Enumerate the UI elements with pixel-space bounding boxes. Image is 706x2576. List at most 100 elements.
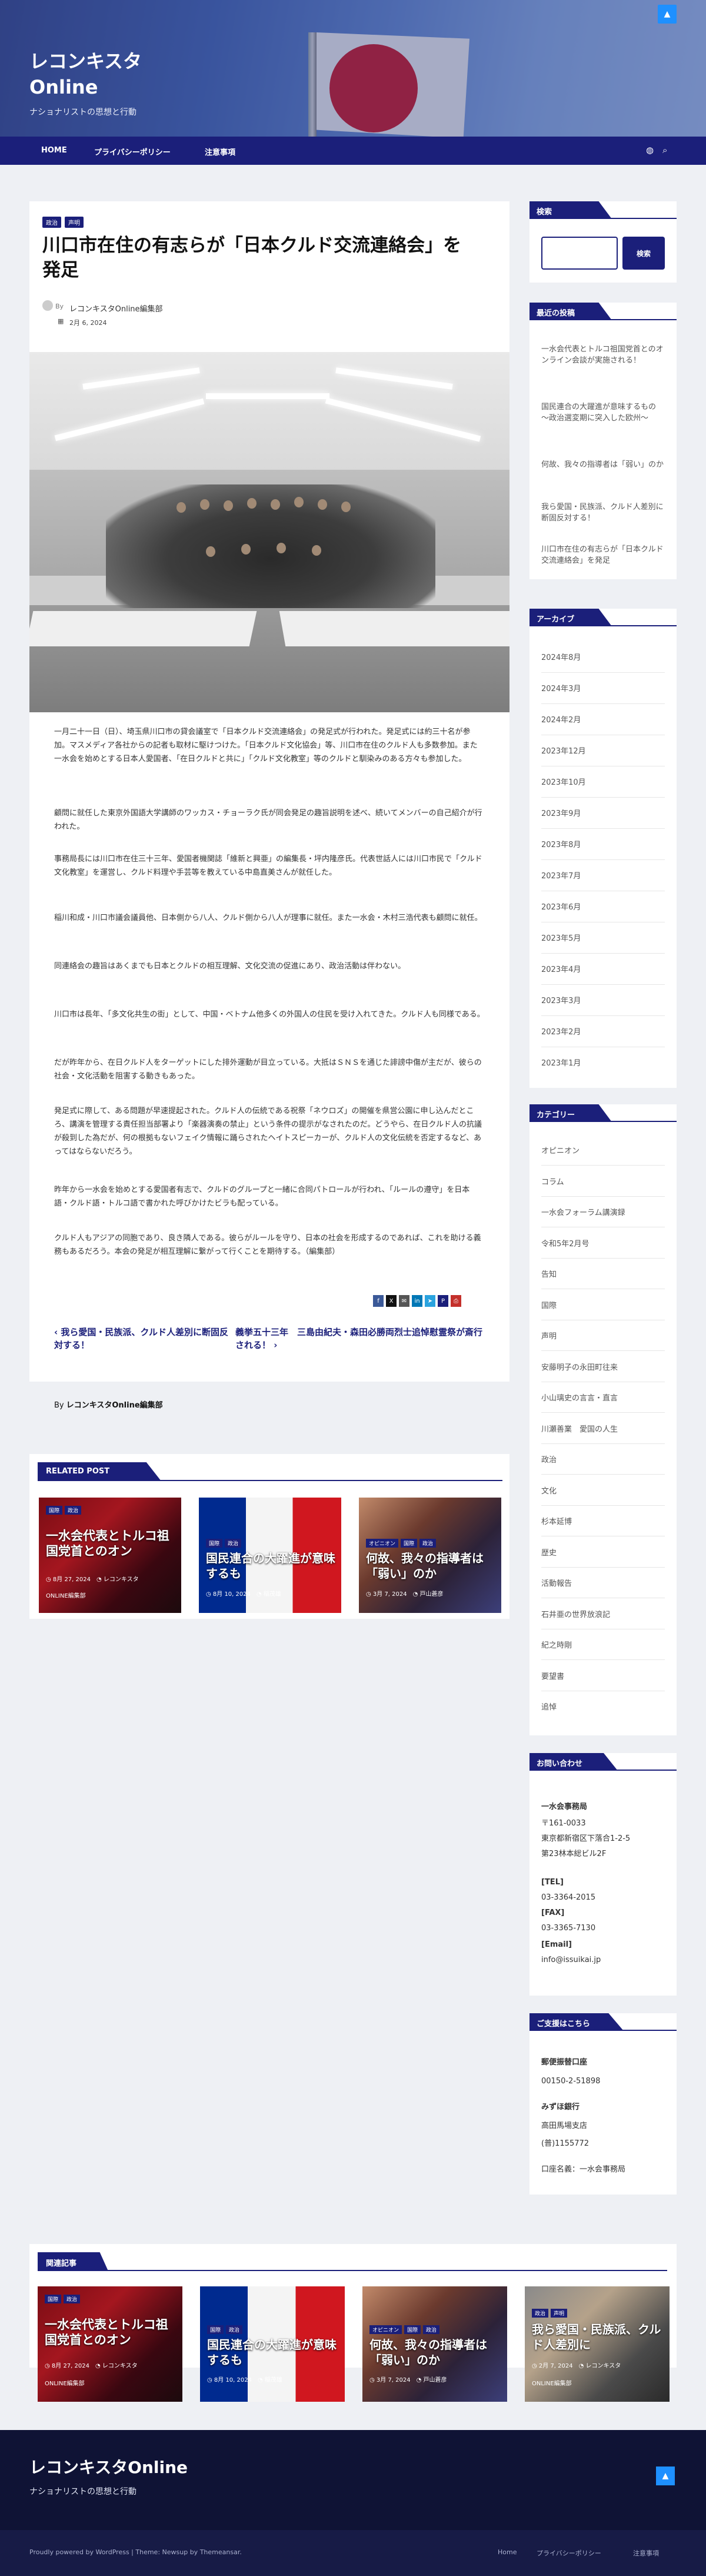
category-link[interactable]: 歴史: [541, 1548, 668, 1559]
category-link[interactable]: 要望書: [541, 1671, 668, 1682]
search-input[interactable]: [541, 237, 618, 270]
site-footer: [0, 2430, 706, 2530]
tel-value: 03-3364-2015: [541, 1893, 596, 1902]
user-icon: ◔: [578, 2363, 586, 2369]
divider: [541, 1412, 665, 1413]
archive-link[interactable]: 2023年4月: [541, 964, 668, 975]
related-article-card[interactable]: 政治 声明 我ら愛国・民族派、クルド人差別に ◷ 2月 7, 2024 ◔ レコン…: [525, 2286, 670, 2402]
clock-icon: ◷: [207, 2377, 214, 2384]
divider: [541, 984, 665, 985]
telegram-icon[interactable]: ➤: [425, 1295, 435, 1307]
archive-link[interactable]: 2023年9月: [541, 808, 668, 819]
chevron-up-icon: ▲: [662, 2471, 669, 2481]
user-icon: ◔: [256, 1591, 264, 1598]
archive-link[interactable]: 2023年2月: [541, 1027, 668, 1038]
article-author-link[interactable]: レコンキスタOnline編集部: [69, 303, 163, 314]
nav-notice[interactable]: 注意事項: [205, 146, 235, 157]
category-link[interactable]: オピニオン: [541, 1146, 668, 1157]
author-name-link[interactable]: レコンキスタOnline編集部: [66, 1401, 163, 1410]
search-widget-heading: 検索: [530, 201, 612, 219]
category-link[interactable]: 一水会フォーラム講演録: [541, 1207, 668, 1219]
search-icon[interactable]: ⌕: [662, 145, 667, 155]
category-link[interactable]: 令和5年2月号: [541, 1239, 668, 1250]
linkedin-icon[interactable]: in: [412, 1295, 422, 1307]
twitter-icon[interactable]: X: [386, 1295, 397, 1307]
email-icon[interactable]: ✉: [399, 1295, 409, 1307]
archive-link[interactable]: 2024年8月: [541, 652, 668, 663]
copyright-text: Proudly powered by WordPress | Theme: Ne…: [29, 2548, 242, 2556]
related-article-card[interactable]: 国際 政治 一水会代表とトルコ祖国党首とのオン ◷ 8月 27, 2024 ◔ レ…: [38, 2286, 182, 2402]
recent-posts-heading: 最近の投稿: [530, 303, 612, 320]
related-articles-heading: 関連記事: [38, 2252, 108, 2271]
related-post-card[interactable]: 国際 政治 一水会代表とトルコ祖国党首とのオン ◷ 8月 27, 2024 ◔ レ…: [39, 1498, 181, 1613]
pinterest-icon[interactable]: P: [438, 1295, 448, 1307]
category-link[interactable]: 活動報告: [541, 1578, 668, 1589]
archive-link[interactable]: 2023年6月: [541, 902, 668, 913]
print-icon[interactable]: ⎙: [451, 1295, 461, 1307]
category-link[interactable]: 政治: [541, 1455, 668, 1466]
related-post-card[interactable]: オピニオン 国際 政治 何故、我々の指導者は「弱い」のか ◷ 3月 7, 2024 …: [359, 1498, 501, 1613]
related-article-card[interactable]: 国際 政治 国民連合の大躍進が意味するも ◷ 8月 10, 2024 ◔ 稲茂雄: [200, 2286, 345, 2402]
related-article-card[interactable]: オピニオン 国際 政治 何故、我々の指導者は「弱い」のか ◷ 3月 7, 2024 …: [362, 2286, 507, 2402]
site-title[interactable]: レコンキスタOnline: [29, 48, 165, 100]
sidebar-support: ご支援はこちら 郵便振替口座 00150-2-51898 みずほ銀行 高田馬場支…: [530, 2013, 677, 2195]
category-link[interactable]: 紀之時剛: [541, 1640, 668, 1651]
footer-link-home[interactable]: Home: [498, 2548, 517, 2556]
divider: [541, 672, 665, 673]
globe-icon[interactable]: ◍: [646, 145, 654, 155]
scroll-top-button[interactable]: ▲: [658, 5, 677, 24]
category-link[interactable]: 声明: [541, 1331, 668, 1342]
archive-link[interactable]: 2023年7月: [541, 871, 668, 882]
recent-post-link[interactable]: 川口市在住の有志らが「日本クルド交流連絡会」を発足: [541, 544, 668, 566]
category-link[interactable]: 追悼: [541, 1702, 668, 1713]
main-navbar: HOME プライバシーポリシー 注意事項 ◍ ⌕: [0, 137, 706, 165]
user-icon: ◔: [257, 2377, 265, 2384]
category-badge[interactable]: 政治: [42, 217, 61, 228]
sidebar-contact: お問い合わせ 一水会事務局 〒161-0033 東京都新宿区下落合1-2-5 第…: [530, 1753, 677, 1996]
category-link[interactable]: 文化: [541, 1486, 668, 1497]
article-title: 川口市在住の有志らが「日本クルド交流連絡会」を発足: [42, 235, 462, 281]
user-icon: ◔: [416, 2377, 424, 2384]
related-post-card[interactable]: 国際 政治 国民連合の大躍進が意味するも ◷ 8月 10, 2024 ◔ 稲茂雄: [199, 1498, 341, 1613]
facebook-icon[interactable]: f: [373, 1295, 384, 1307]
footer-scroll-button[interactable]: ▲: [656, 2467, 675, 2485]
archive-link[interactable]: 2023年1月: [541, 1058, 668, 1069]
email-value[interactable]: info@issuikai.jp: [541, 1954, 668, 1966]
archive-link[interactable]: 2024年2月: [541, 715, 668, 726]
category-link[interactable]: 川瀬善業 愛国の人生: [541, 1424, 668, 1435]
article-date: 2月 6, 2024: [69, 319, 107, 327]
footer-link-privacy[interactable]: プライバシーポリシー: [537, 2548, 601, 2558]
article-categories: 政治 声明: [42, 217, 84, 228]
category-link[interactable]: 杉本延博: [541, 1516, 668, 1528]
search-button[interactable]: 検索: [622, 237, 665, 270]
archive-link[interactable]: 2024年3月: [541, 683, 668, 695]
category-link[interactable]: 石井亜の世界放浪記: [541, 1609, 668, 1621]
nav-privacy-policy[interactable]: プライバシーポリシー: [94, 146, 171, 157]
category-link[interactable]: 国際: [541, 1300, 668, 1312]
previous-post-link[interactable]: ‹ 我ら愛国・民族派、クルド人差別に断固反対する！: [54, 1326, 237, 1352]
recent-post-link[interactable]: 国民連合の大躍進が意味するもの ～政治選変期に突入した欧州～: [541, 401, 668, 424]
archive-link[interactable]: 2023年8月: [541, 839, 668, 851]
category-badge[interactable]: 声明: [65, 217, 84, 228]
footer-site-title[interactable]: レコンキスタOnline: [29, 2455, 188, 2478]
recent-post-link[interactable]: 何故、我々の指導者は「弱い」のか: [541, 459, 668, 470]
category-link[interactable]: 安藤明子の永田町往来: [541, 1362, 668, 1373]
divider: [541, 1257, 665, 1259]
nav-home[interactable]: HOME: [41, 146, 67, 155]
archive-link[interactable]: 2023年10月: [541, 777, 668, 788]
clock-icon: ◷: [366, 1591, 373, 1598]
article-paragraph: 事務局長には川口市在住三十三年、愛国者機関誌「維新と興亜」の編集長・坪内隆彦氏。…: [54, 855, 482, 877]
category-link[interactable]: 告知: [541, 1269, 668, 1280]
category-link[interactable]: 小山璃史の言言・直言: [541, 1393, 668, 1404]
by-label: By: [55, 303, 64, 310]
recent-post-link[interactable]: 我ら愛国・民族派、クルド人差別に断固反対する！: [541, 502, 668, 524]
footer-link-notice[interactable]: 注意事項: [633, 2548, 659, 2558]
archive-link[interactable]: 2023年12月: [541, 746, 668, 757]
archive-link[interactable]: 2023年5月: [541, 933, 668, 944]
article-featured-image: [29, 352, 509, 712]
category-link[interactable]: コラム: [541, 1177, 668, 1188]
archive-link[interactable]: 2023年3月: [541, 995, 668, 1007]
recent-post-link[interactable]: 一水会代表とトルコ祖国党首とのオンライン会談が実施される！: [541, 344, 668, 366]
next-post-link[interactable]: 義挙五十三年 三島由紀夫・森田必勝両烈士追悼慰霊祭が斎行される！ ›: [235, 1326, 482, 1352]
footer-tagline: ナショナリストの思想と行動: [29, 2487, 136, 2497]
